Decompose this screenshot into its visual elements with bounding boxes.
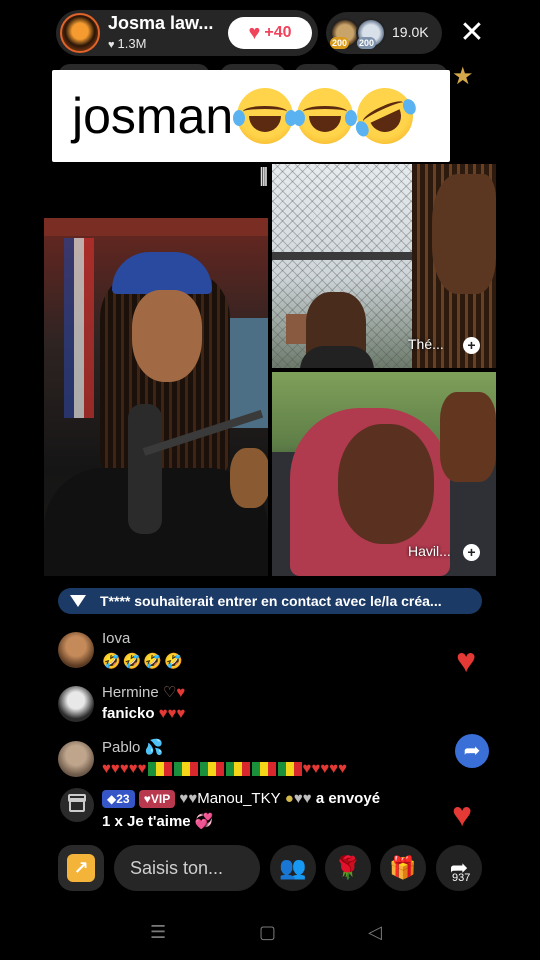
caption-text: josman (72, 88, 234, 144)
gift-name: 1 x Je t'aime (102, 813, 191, 830)
chat-username[interactable]: Iova (102, 630, 130, 647)
chat-message-row: fanicko ♥♥♥ (102, 705, 185, 722)
chat-message: 🤣🤣🤣🤣 (102, 653, 185, 670)
guest-name-label: Havil... (408, 543, 451, 559)
host-likes: ♥ 1.3M (108, 36, 146, 51)
heart-icon: ♥ (176, 684, 186, 701)
flag-icon (199, 762, 224, 777)
hearts-icon: ♥♥♥♥♥ (102, 760, 147, 777)
chat-username[interactable]: Hermine (102, 684, 159, 701)
grey-hearts-icon: ♥♥ (179, 790, 198, 807)
guests-icon: 👥 (279, 855, 307, 880)
share-live-button[interactable]: ↗ (58, 845, 104, 891)
guest-name-label: Thé... (408, 336, 444, 352)
hearts-icon: ♥♥♥ (158, 705, 186, 722)
audio-bars-icon: ||| (259, 165, 268, 187)
host-video[interactable] (44, 218, 268, 576)
gift-icon (60, 788, 94, 822)
coin-icon: ● (284, 790, 294, 807)
share-icon[interactable]: ➦ (455, 734, 489, 768)
notice-text: T**** souhaiterait entrer en contact ave… (100, 593, 442, 609)
guest-video[interactable] (272, 164, 496, 368)
flag-icon (251, 762, 276, 777)
host-avatar[interactable] (60, 13, 100, 53)
star-icon[interactable]: ★ (452, 63, 474, 91)
floating-heart-icon: ♥ (456, 642, 477, 680)
back-icon[interactable]: ◁ (368, 922, 382, 943)
level-badge: ◆23 (102, 790, 135, 809)
plus-icon[interactable]: + (463, 544, 480, 561)
comment-input[interactable]: Saisis ton... (114, 845, 260, 891)
share-arrow-icon: ↗ (67, 854, 95, 882)
laughing-crying-emoji-icon (293, 88, 358, 144)
vip-badge: ♥VIP (138, 790, 176, 809)
flag-icon (277, 762, 302, 777)
flag-icon (225, 762, 250, 777)
share-count: 937 (452, 872, 471, 884)
contact-notice-banner[interactable]: T**** souhaiterait entrer en contact ave… (58, 588, 482, 614)
heart-hands-icon: ♡ (162, 684, 177, 701)
caption-overlay: josman (52, 70, 450, 162)
avatar[interactable] (58, 632, 94, 668)
gift-box-icon: 🎁 (389, 855, 417, 880)
emoji-row (233, 78, 423, 154)
share-button[interactable]: ➦ (436, 845, 482, 891)
hearts-icon: ♥♥♥♥♥ (302, 760, 348, 777)
home-icon[interactable]: ▢ (259, 922, 276, 943)
notice-icon (70, 595, 86, 607)
avatar[interactable] (58, 686, 94, 722)
follow-count: +40 (264, 24, 292, 41)
host-name[interactable]: Josma law... (108, 13, 213, 34)
gift-sender[interactable]: Manou_TKY (197, 790, 280, 807)
close-icon[interactable]: ✕ (458, 16, 486, 50)
viewer-rank-badge: 200 (330, 37, 350, 49)
flag-icon (147, 762, 172, 777)
chat-username-row: Hermine ♡♥ (102, 683, 185, 701)
likes-heart-icon: ♥ (108, 39, 115, 51)
grey-hearts-icon: ♥♥ (293, 790, 312, 807)
chat-message: fanicko (102, 705, 155, 722)
recent-apps-icon[interactable]: ☰ (150, 922, 166, 943)
floating-heart-icon: ♥ (452, 796, 473, 834)
gift-message-row: ◆23 ♥VIP ♥♥Manou_TKY ●♥♥ a envoyé (102, 790, 381, 809)
chat-username[interactable]: Pablo (102, 739, 140, 756)
chat-message-row: ♥♥♥♥♥ ♥♥♥♥♥ (102, 760, 347, 777)
rose-icon: 🌹 (334, 855, 362, 880)
viewer-rank-badge: 200 (357, 37, 377, 49)
chat-username-row: Pablo 💦 (102, 738, 163, 756)
rose-gift-button[interactable]: 🌹 (325, 845, 371, 891)
gift-name-row: 1 x Je t'aime 💞 (102, 812, 213, 830)
droplets-icon: 💦 (144, 739, 164, 756)
avatar[interactable] (58, 741, 94, 777)
follow-button[interactable]: ♥ +40 (228, 17, 312, 49)
gift-button[interactable]: 🎁 (380, 845, 426, 891)
viewer-count[interactable]: 19.0K (392, 24, 429, 40)
plus-icon[interactable]: + (463, 337, 480, 354)
guest-video[interactable] (272, 372, 496, 576)
heart-icon: ♥ (248, 22, 261, 44)
microphone-image (128, 404, 162, 534)
rofl-emoji-icon (347, 78, 423, 154)
flag-icon (173, 762, 198, 777)
gift-action: a envoyé (315, 790, 381, 807)
guests-button[interactable]: 👥 (270, 845, 316, 891)
heart-gift-icon: 💞 (194, 813, 214, 830)
laughing-crying-emoji-icon (233, 88, 298, 144)
host-likes-count: 1.3M (117, 36, 147, 51)
